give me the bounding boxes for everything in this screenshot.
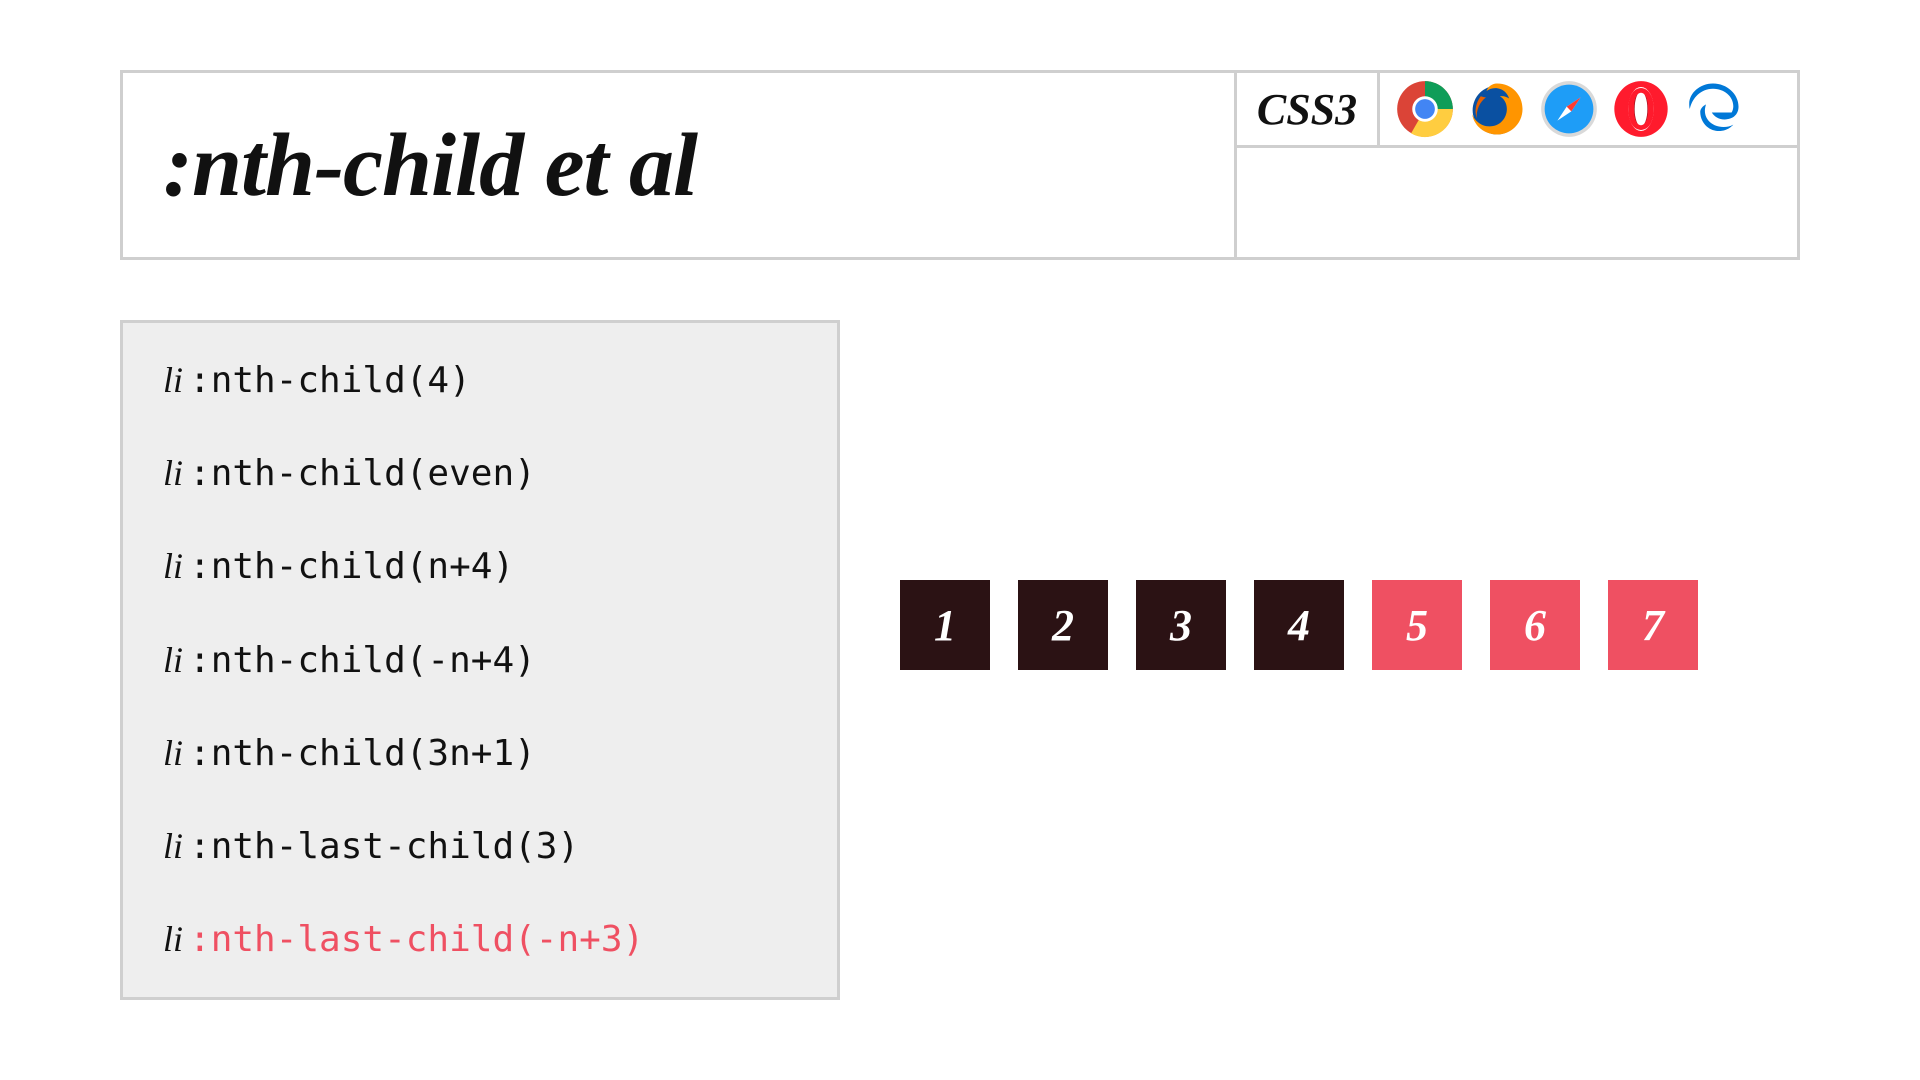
code-tag: li bbox=[163, 453, 183, 493]
code-line: li:nth-child(even) bbox=[163, 452, 797, 495]
code-selector: :nth-last-child(-n+3) bbox=[189, 919, 644, 960]
code-line: li:nth-child(n+4) bbox=[163, 545, 797, 588]
demo-boxes: 1234567 bbox=[900, 320, 1800, 670]
code-tag: li bbox=[163, 360, 183, 400]
code-selector: :nth-child(n+4) bbox=[189, 546, 514, 587]
demo-box: 3 bbox=[1136, 580, 1226, 670]
demo-box: 6 bbox=[1490, 580, 1580, 670]
safari-icon bbox=[1540, 80, 1598, 138]
code-panel: li:nth-child(4)li:nth-child(even)li:nth-… bbox=[120, 320, 840, 1000]
support-badge-empty bbox=[1237, 148, 1797, 257]
code-selector: :nth-child(even) bbox=[189, 453, 536, 494]
spec-label: CSS3 bbox=[1237, 73, 1380, 145]
firefox-icon bbox=[1468, 80, 1526, 138]
code-line: li:nth-last-child(-n+3) bbox=[163, 918, 797, 961]
code-line: li:nth-child(-n+4) bbox=[163, 639, 797, 682]
code-selector: :nth-child(-n+4) bbox=[189, 640, 536, 681]
chrome-icon bbox=[1396, 80, 1454, 138]
support-badge: CSS3 bbox=[1234, 73, 1797, 257]
code-tag: li bbox=[163, 919, 183, 959]
slide-header: :nth-child et al CSS3 bbox=[120, 70, 1800, 260]
code-tag: li bbox=[163, 733, 183, 773]
code-line: li:nth-last-child(3) bbox=[163, 825, 797, 868]
slide-body: li:nth-child(4)li:nth-child(even)li:nth-… bbox=[120, 320, 1800, 1000]
code-selector: :nth-child(3n+1) bbox=[189, 733, 536, 774]
code-tag: li bbox=[163, 826, 183, 866]
demo-box: 2 bbox=[1018, 580, 1108, 670]
demo-box: 1 bbox=[900, 580, 990, 670]
demo-box: 7 bbox=[1608, 580, 1698, 670]
opera-icon bbox=[1612, 80, 1670, 138]
code-selector: :nth-last-child(3) bbox=[189, 826, 579, 867]
slide-title: :nth-child et al bbox=[123, 73, 1234, 257]
code-tag: li bbox=[163, 546, 183, 586]
support-badge-row: CSS3 bbox=[1237, 73, 1797, 148]
edge-icon bbox=[1684, 80, 1742, 138]
demo-box: 5 bbox=[1372, 580, 1462, 670]
code-line: li:nth-child(3n+1) bbox=[163, 732, 797, 775]
demo-box: 4 bbox=[1254, 580, 1344, 670]
browser-icons bbox=[1380, 73, 1797, 145]
code-tag: li bbox=[163, 640, 183, 680]
code-selector: :nth-child(4) bbox=[189, 360, 471, 401]
code-line: li:nth-child(4) bbox=[163, 359, 797, 402]
slide: :nth-child et al CSS3 bbox=[0, 0, 1920, 1080]
